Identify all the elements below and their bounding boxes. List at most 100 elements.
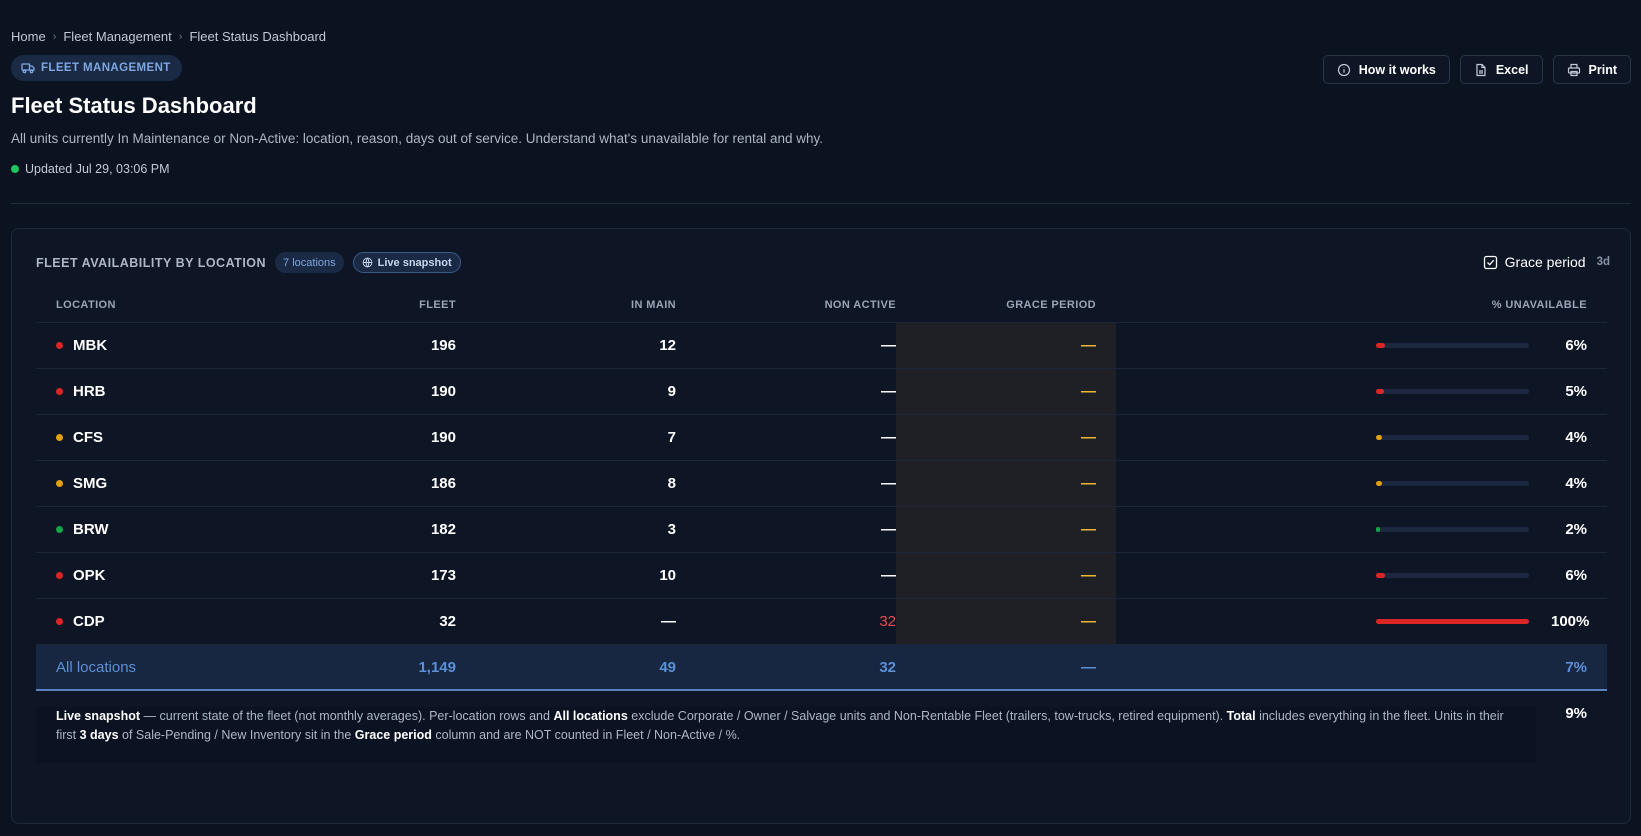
grace-period-cell: — <box>896 507 1116 552</box>
info-icon <box>1337 63 1350 76</box>
location-cell: CDP <box>36 599 256 644</box>
all-locations-row[interactable]: All locations 1,149 49 32 — 7% <box>36 645 1607 691</box>
breadcrumb-home[interactable]: Home <box>11 29 46 44</box>
grace-period-toggle[interactable]: Grace period 3d <box>1483 254 1610 270</box>
grace-period-cell: — <box>896 461 1116 506</box>
grace-period-cell: — <box>896 369 1116 414</box>
col-grace-period[interactable]: GRACE PERIOD <box>896 287 1116 322</box>
footnote-all-locations: All locations <box>553 709 628 723</box>
footnote: Live snapshot — current state of the fle… <box>36 707 1536 745</box>
table-row[interactable]: CDP 32—32—100% <box>36 599 1607 645</box>
location-cell: HRB <box>36 369 256 414</box>
footnote-text: column and are NOT counted in Fleet / No… <box>431 728 741 742</box>
badge-label: FLEET MANAGEMENT <box>41 62 171 74</box>
truck-icon <box>21 63 35 74</box>
grace-period-label: Grace period <box>1504 254 1586 270</box>
printer-icon <box>1567 63 1580 76</box>
fleet-table: LOCATION FLEET IN MAIN NON ACTIVE GRACE … <box>36 287 1607 736</box>
live-snapshot-label: Live snapshot <box>377 256 452 269</box>
table-row[interactable]: MBK 196 12 — — 6% <box>36 323 1607 369</box>
col-location[interactable]: LOCATION <box>36 287 256 322</box>
breadcrumb: Home › Fleet Management › Fleet Status D… <box>11 29 326 44</box>
col-non-active[interactable]: NON ACTIVE <box>676 287 896 322</box>
status-dot-icon <box>56 480 63 487</box>
footnote-text: — current state of the fleet (not monthl… <box>140 709 554 723</box>
pct-value: 4% <box>1565 429 1587 446</box>
footnote-text: exclude Corporate / Owner / Salvage unit… <box>627 709 1227 723</box>
breadcrumb-current: Fleet Status Dashboard <box>189 29 327 44</box>
col-in-main[interactable]: IN MAIN <box>456 287 676 322</box>
footnote-grace-period: Grace period <box>354 728 432 742</box>
grace-period-cell: — <box>896 323 1116 368</box>
live-status-icon <box>11 165 19 173</box>
location-code: SMG <box>73 475 108 492</box>
page-title: Fleet Status Dashboard <box>11 93 257 118</box>
col-fleet[interactable]: FLEET <box>256 287 456 322</box>
grace-period-cell: — <box>896 415 1116 460</box>
status-dot-icon <box>56 526 63 533</box>
pct-unavailable-cell: 5% <box>1116 369 1607 414</box>
unavailable-bar <box>1376 527 1529 532</box>
table-row[interactable]: SMG 186 8 — — 4% <box>36 461 1607 507</box>
pct-unavailable-cell: 4% <box>1116 415 1607 460</box>
unavailable-bar-fill <box>1376 343 1386 348</box>
all-locations-pct: 7% <box>1565 658 1587 676</box>
non-active-cell: — <box>881 429 896 446</box>
how-it-works-button[interactable]: How it works <box>1322 55 1450 84</box>
unavailable-bar-fill <box>1376 481 1383 486</box>
pct-value: 5% <box>1565 383 1587 400</box>
in-main-cell: 8 <box>667 475 676 492</box>
fleet-availability-panel: FLEET AVAILABILITY BY LOCATION 7 locatio… <box>11 228 1631 824</box>
unavailable-bar <box>1376 389 1529 394</box>
location-code: CDP <box>73 613 105 630</box>
table-row[interactable]: HRB 190 9 — — 5% <box>36 369 1607 415</box>
pct-value: 4% <box>1565 475 1587 492</box>
col-pct-unavailable[interactable]: % UNAVAILABLE <box>1116 287 1607 322</box>
all-locations-in-main: 49 <box>659 658 676 676</box>
location-code: OPK <box>73 567 106 584</box>
chevron-right-icon: › <box>52 30 57 43</box>
pct-unavailable-cell: 2% <box>1116 507 1607 552</box>
header-divider <box>11 203 1631 204</box>
grace-days: 3d <box>1596 256 1610 268</box>
file-icon <box>1476 63 1486 76</box>
non-active-cell: 32 <box>879 613 896 630</box>
non-active-cell: — <box>881 567 896 584</box>
footnote-total: Total <box>1226 709 1256 723</box>
location-cell: OPK <box>36 553 256 598</box>
checkbox-checked-icon[interactable] <box>1483 255 1498 270</box>
all-locations-fleet: 1,149 <box>418 658 456 676</box>
unavailable-bar-fill <box>1376 619 1529 624</box>
breadcrumb-fleet-management[interactable]: Fleet Management <box>63 29 171 44</box>
unavailable-bar <box>1376 619 1529 624</box>
in-main-cell: — <box>661 613 676 630</box>
unavailable-bar-fill <box>1376 389 1384 394</box>
print-button[interactable]: Print <box>1552 55 1631 84</box>
all-locations-grace: — <box>1081 658 1096 676</box>
pct-unavailable-cell: 100% <box>1116 599 1607 644</box>
fleet-cell: 186 <box>430 475 456 492</box>
table-row[interactable]: CFS 190 7 — — 4% <box>36 415 1607 461</box>
table-header-row: LOCATION FLEET IN MAIN NON ACTIVE GRACE … <box>36 287 1607 323</box>
all-locations-label: All locations <box>56 658 137 676</box>
in-main-cell: 3 <box>667 521 676 538</box>
table-row[interactable]: OPK 173 10 — — 6% <box>36 553 1607 599</box>
status-dot-icon <box>56 388 63 395</box>
footnote-live-snapshot: Live snapshot <box>56 709 141 723</box>
fleet-cell: 173 <box>430 567 456 584</box>
location-code: CFS <box>73 429 103 446</box>
unavailable-bar <box>1376 343 1529 348</box>
pct-unavailable-cell: 4% <box>1116 461 1607 506</box>
print-label: Print <box>1588 62 1617 77</box>
location-cell: CFS <box>36 415 256 460</box>
pct-value: 100% <box>1551 613 1590 630</box>
status-dot-icon <box>56 618 63 625</box>
status-dot-icon <box>56 342 63 349</box>
live-snapshot-badge: Live snapshot <box>352 252 461 273</box>
table-row[interactable]: BRW 182 3 — — 2% <box>36 507 1607 553</box>
excel-button[interactable]: Excel <box>1459 55 1543 84</box>
pct-value: 6% <box>1565 567 1587 584</box>
location-cell: MBK <box>36 323 256 368</box>
updated-status: Updated Jul 29, 03:06 PM <box>11 162 170 176</box>
location-code: MBK <box>73 337 108 354</box>
